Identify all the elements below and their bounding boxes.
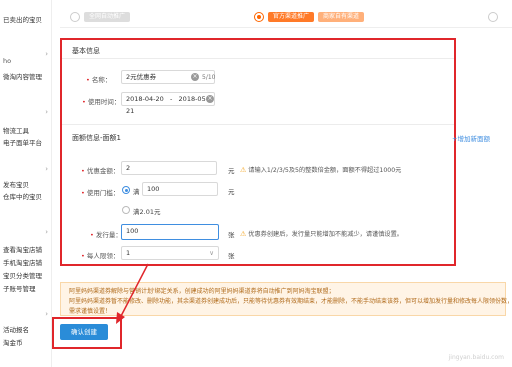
watermark: jingyan.baidu.com	[448, 354, 504, 361]
annotation-arrow	[116, 263, 149, 324]
confirm-create-button[interactable]: 确认创建	[60, 324, 108, 340]
